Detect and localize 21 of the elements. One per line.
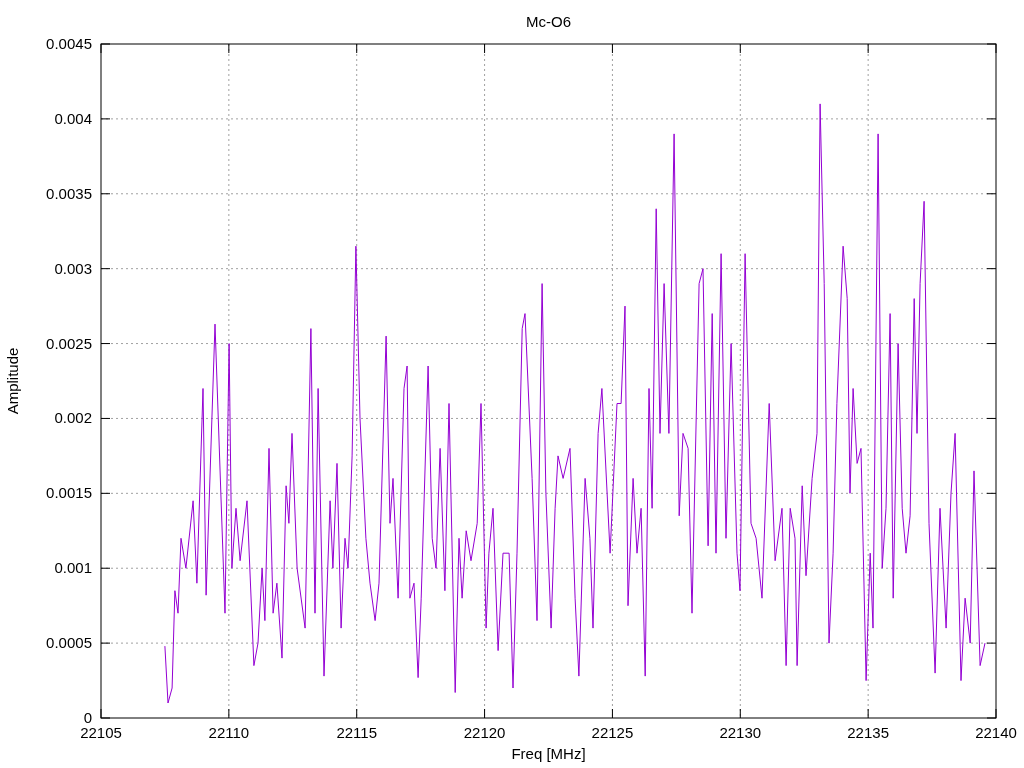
x-tick-label: 22125 bbox=[591, 724, 634, 741]
y-tick-label: 0.0025 bbox=[46, 334, 92, 352]
y-tick-label: 0.004 bbox=[54, 109, 92, 127]
y-tick-label: 0.0015 bbox=[46, 484, 92, 502]
y-axis-label: Amplitude bbox=[4, 347, 21, 415]
y-tick-label: 0.0035 bbox=[46, 184, 92, 202]
chart-title: Mc-O6 bbox=[526, 13, 571, 30]
y-tick-label: 0 bbox=[83, 709, 92, 726]
x-tick-label: 22130 bbox=[719, 724, 762, 741]
y-tick-label: 0.003 bbox=[54, 259, 92, 277]
x-tick-label: 22140 bbox=[975, 724, 1017, 741]
x-tick-label: 22110 bbox=[208, 724, 250, 741]
x-tick-label: 22105 bbox=[80, 724, 122, 741]
y-tick-label: 0.0045 bbox=[46, 35, 92, 52]
y-tick-label: 0.001 bbox=[54, 559, 92, 577]
x-tick-label: 22135 bbox=[847, 724, 889, 741]
x-axis-label: Freq [MHz] bbox=[511, 745, 586, 762]
y-tick-label: 0.0005 bbox=[46, 634, 92, 652]
x-tick-label: 22120 bbox=[463, 724, 506, 741]
x-tick-label: 22115 bbox=[336, 724, 377, 741]
y-tick-label: 0.002 bbox=[54, 409, 92, 427]
